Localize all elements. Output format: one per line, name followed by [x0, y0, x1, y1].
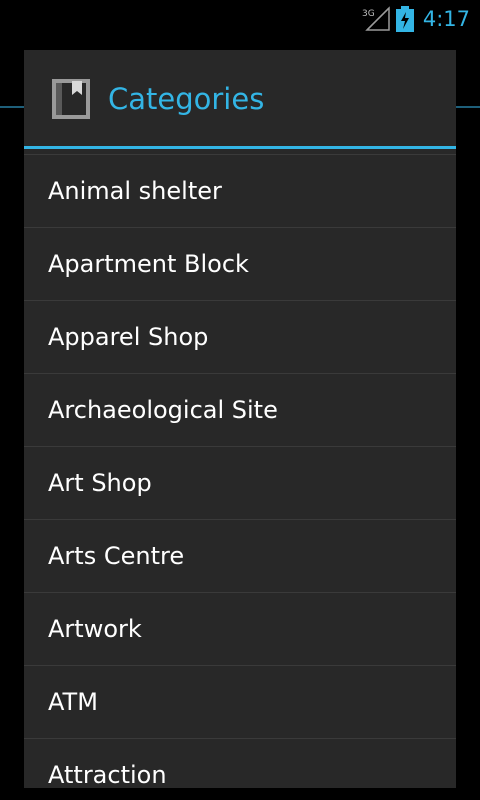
list-item[interactable]: Apparel Shop: [24, 300, 456, 373]
list-item-label: Art Shop: [48, 469, 152, 497]
network-type-label: 3G: [362, 9, 375, 19]
list-item[interactable]: Art Shop: [24, 446, 456, 519]
list-item-label: Animal shelter: [48, 177, 222, 205]
dialog-header: Categories: [24, 50, 456, 149]
categories-dialog: Categories Animal shelter Apartment Bloc…: [24, 50, 456, 788]
list-item-label: ATM: [48, 688, 98, 716]
list-item[interactable]: Apartment Block: [24, 227, 456, 300]
background-divider: [0, 106, 24, 108]
list-item[interactable]: Animal shelter: [24, 154, 456, 227]
list-item[interactable]: Artwork: [24, 592, 456, 665]
status-time: 4:17: [422, 7, 470, 31]
list-item-label: Arts Centre: [48, 542, 185, 570]
status-bar: 3G 4:17: [0, 0, 480, 38]
list-item-label: Apparel Shop: [48, 323, 209, 351]
list-item-label: Artwork: [48, 615, 142, 643]
list-item[interactable]: Archaeological Site: [24, 373, 456, 446]
list-item-label: Apartment Block: [48, 250, 249, 278]
list-item-label: Archaeological Site: [48, 396, 278, 424]
list-item[interactable]: Attraction: [24, 738, 456, 788]
categories-list: Animal shelter Apartment Block Apparel S…: [24, 154, 456, 788]
battery-charging-icon: [396, 6, 414, 32]
signal-icon: 3G: [362, 6, 390, 31]
list-item-label: Attraction: [48, 761, 167, 788]
list-item[interactable]: ATM: [24, 665, 456, 738]
background-divider: [456, 106, 480, 108]
header-divider: [24, 146, 456, 149]
list-item[interactable]: Arts Centre: [24, 519, 456, 592]
dialog-title: Categories: [108, 82, 265, 116]
bookmark-icon: [52, 79, 90, 119]
